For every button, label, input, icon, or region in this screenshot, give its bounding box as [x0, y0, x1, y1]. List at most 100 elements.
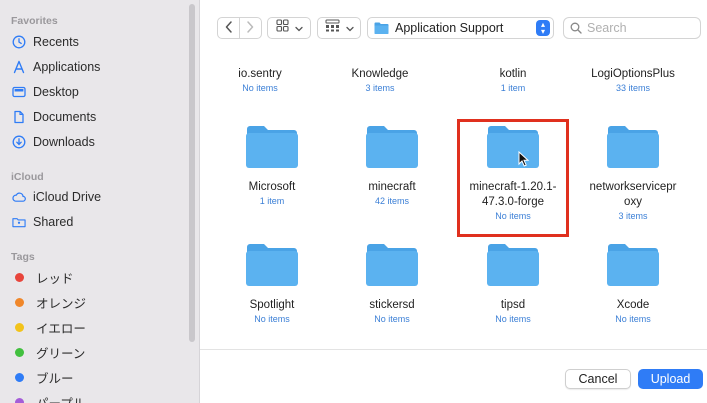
- folder-item[interactable]: minecraft 42 items: [332, 125, 452, 206]
- folder-item[interactable]: io.sentry No items: [200, 67, 320, 93]
- sidebar-tag-yellow[interactable]: イエロー: [0, 316, 190, 338]
- tag-color-dot: [15, 322, 24, 332]
- folder-item-count: 1 item: [500, 83, 526, 93]
- folder-item-count: No items: [615, 314, 651, 324]
- forward-button[interactable]: [240, 18, 261, 38]
- folder-name: io.sentry: [238, 68, 282, 80]
- folder-item-count: 42 items: [374, 196, 409, 206]
- sidebar-item-label: Documents: [33, 110, 97, 124]
- folder-item-count: 3 items: [365, 83, 395, 93]
- folder-name: LogiOptionsPlus: [591, 68, 675, 80]
- folder-item-count: No items: [374, 314, 410, 324]
- cancel-button[interactable]: Cancel: [565, 369, 631, 389]
- sidebar-item-label: Applications: [33, 60, 101, 74]
- sidebar-item-documents[interactable]: Documents: [0, 106, 190, 128]
- back-button[interactable]: [218, 18, 239, 38]
- sidebar: Favorites Recents Applications Desktop D…: [0, 0, 200, 403]
- folder-icon: [245, 243, 299, 287]
- folder-icon: [606, 125, 660, 169]
- sidebar-item-label: Shared: [33, 215, 74, 229]
- sidebar-item-label: Recents: [33, 35, 79, 49]
- sidebar-item-label: レッド: [36, 271, 74, 286]
- sidebar-item-label: ブルー: [36, 371, 74, 386]
- folder-icon: [486, 243, 540, 287]
- favorites-heading: Favorites: [11, 15, 58, 27]
- folder-item[interactable]: Spotlight No items: [212, 243, 332, 324]
- folder-name-line: networkservicepr: [589, 181, 677, 193]
- group-view-icon: [325, 19, 340, 37]
- folder-name: networkservicepr oxy: [573, 180, 693, 210]
- folder-icon: [365, 125, 419, 169]
- tag-color-dot: [15, 297, 24, 307]
- sidebar-item-recents[interactable]: Recents: [0, 31, 190, 53]
- tag-color-dot: [15, 397, 24, 403]
- search-field[interactable]: [563, 17, 701, 39]
- folder-name: Spotlight: [249, 299, 295, 311]
- sidebar-item-label: Downloads: [33, 135, 95, 149]
- folder-name: Knowledge: [351, 68, 409, 80]
- clock-icon: [12, 35, 26, 49]
- folder-item-count: 33 items: [615, 83, 650, 93]
- sidebar-item-applications[interactable]: Applications: [0, 56, 190, 78]
- sidebar-tag-purple[interactable]: パープル: [0, 391, 190, 403]
- sidebar-item-icloud-drive[interactable]: iCloud Drive: [0, 186, 190, 208]
- sidebar-item-label: イエロー: [36, 321, 86, 336]
- folder-name: Xcode: [616, 299, 650, 311]
- folder-item[interactable]: LogiOptionsPlus 33 items: [573, 67, 693, 93]
- icloud-heading: iCloud: [11, 171, 44, 183]
- applications-icon: [12, 60, 26, 74]
- nav-buttons: [217, 17, 262, 39]
- sidebar-tag-red[interactable]: レッド: [0, 266, 190, 288]
- sidebar-tag-blue[interactable]: ブルー: [0, 366, 190, 388]
- view-mode-button[interactable]: [267, 17, 311, 39]
- folder-name: Microsoft: [248, 181, 296, 193]
- folder-item-count: No items: [242, 83, 278, 93]
- folder-name: tipsd: [500, 299, 526, 311]
- tag-color-dot: [15, 272, 24, 282]
- chevron-left-icon: [225, 20, 233, 36]
- dialog-footer: Cancel Upload: [200, 349, 707, 403]
- sidebar-item-label: オレンジ: [36, 296, 87, 311]
- desktop-icon: [12, 85, 26, 99]
- sidebar-item-label: iCloud Drive: [33, 190, 102, 204]
- folder-icon: [374, 22, 389, 34]
- file-grid: io.sentry No items Knowledge 3 items kot…: [200, 56, 707, 348]
- folder-item[interactable]: tipsd No items: [453, 243, 573, 324]
- sidebar-item-desktop[interactable]: Desktop: [0, 81, 190, 103]
- tag-color-dot: [15, 372, 24, 382]
- folder-item[interactable]: Xcode No items: [573, 243, 693, 324]
- mouse-pointer-icon: [518, 150, 530, 167]
- folder-item-count: 3 items: [618, 211, 648, 221]
- toolbar: Application Support ▴ ▾: [200, 0, 707, 56]
- sidebar-item-label: Desktop: [33, 85, 79, 99]
- folder-icon: [606, 243, 660, 287]
- folder-item[interactable]: networkservicepr oxy 3 items: [573, 125, 693, 221]
- selection-highlight-box: [457, 119, 569, 237]
- folder-icon: [245, 125, 299, 169]
- document-icon: [12, 110, 26, 124]
- chevron-down-icon: [294, 19, 303, 37]
- updown-arrows-icon: ▴ ▾: [536, 20, 550, 36]
- folder-item[interactable]: Knowledge 3 items: [320, 67, 440, 93]
- folder-item[interactable]: Microsoft 1 item: [212, 125, 332, 206]
- grid-view-icon: [275, 19, 289, 37]
- cloud-icon: [12, 190, 26, 204]
- download-icon: [12, 135, 26, 149]
- folder-item-count: No items: [254, 314, 290, 324]
- upload-button[interactable]: Upload: [638, 369, 703, 389]
- folder-item-count: No items: [495, 314, 531, 324]
- folder-name: minecraft: [368, 181, 416, 193]
- sidebar-tag-green[interactable]: グリーン: [0, 341, 190, 363]
- sidebar-item-downloads[interactable]: Downloads: [0, 131, 190, 153]
- group-by-button[interactable]: [317, 17, 361, 39]
- sidebar-item-shared[interactable]: Shared: [0, 211, 190, 233]
- folder-item[interactable]: stickersd No items: [332, 243, 452, 324]
- search-icon: [570, 22, 582, 34]
- sidebar-tag-orange[interactable]: オレンジ: [0, 291, 190, 313]
- search-input[interactable]: [587, 21, 697, 35]
- location-label: Application Support: [395, 21, 504, 35]
- location-popup[interactable]: Application Support ▴ ▾: [367, 17, 554, 39]
- tag-color-dot: [15, 347, 24, 357]
- sidebar-item-label: グリーン: [36, 346, 86, 361]
- folder-item[interactable]: kotlin 1 item: [453, 67, 573, 93]
